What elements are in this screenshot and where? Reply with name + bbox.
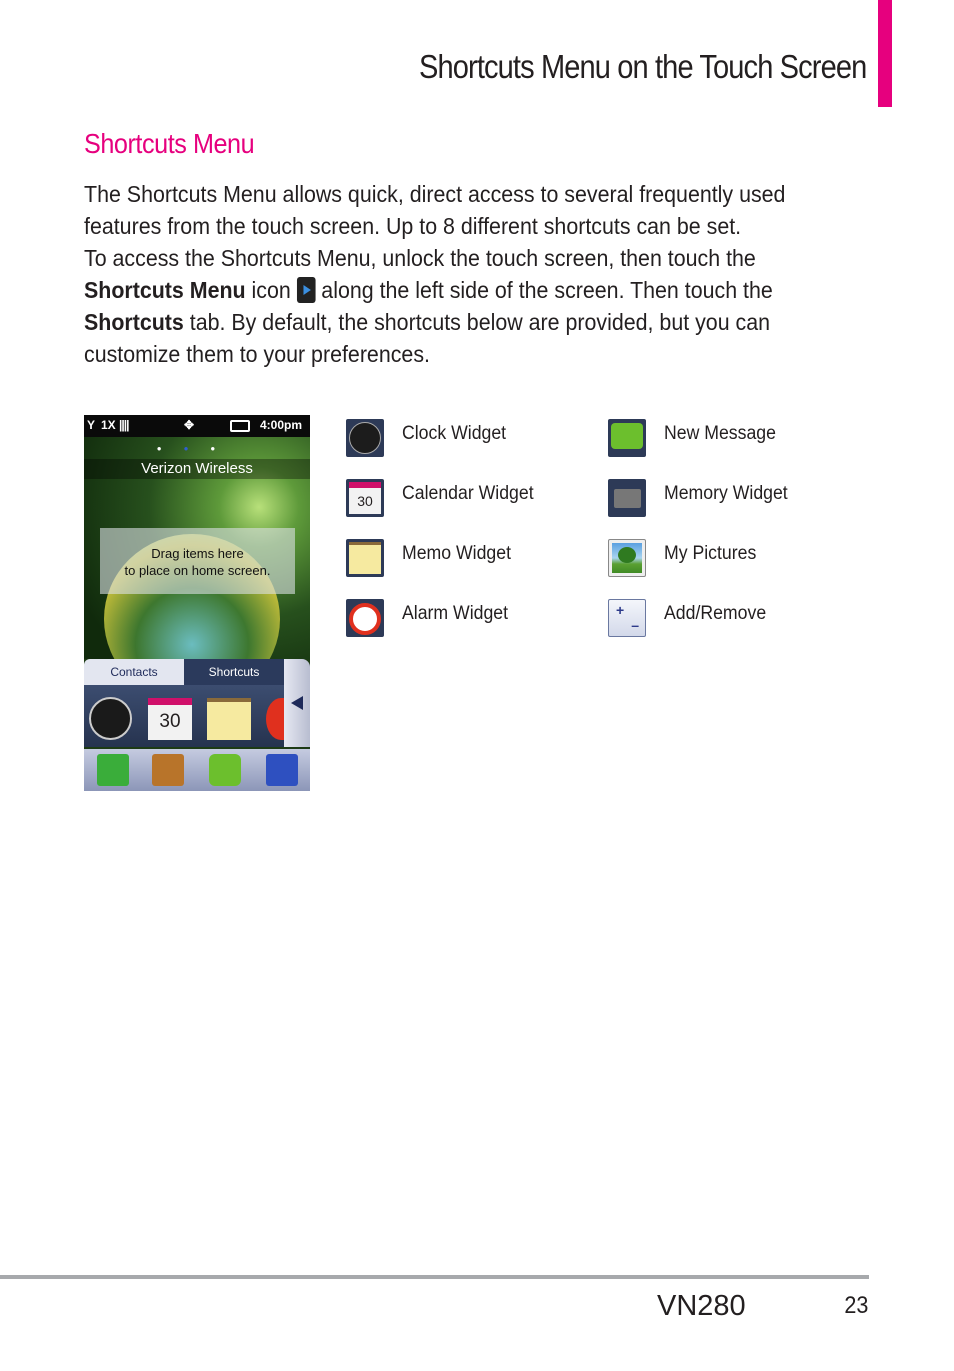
alarm-icon [346, 599, 384, 637]
dock [84, 749, 310, 791]
text: along the left side of the screen. Then … [315, 277, 773, 303]
text: tab. By default, the shortcuts below are… [183, 309, 771, 335]
add-remove-icon: + – [608, 599, 646, 637]
shortcut-label: Add/Remove [664, 603, 767, 624]
memo-icon [346, 539, 384, 577]
text-line: Shortcuts Menu icon along the left side … [84, 274, 785, 306]
shortcut-label: My Pictures [664, 543, 757, 564]
accent-bar [878, 0, 892, 107]
message-icon[interactable] [209, 754, 241, 786]
signal-bars-icon: |||| [119, 418, 129, 432]
drop-hint: to place on home screen. [124, 563, 271, 578]
tab-contacts[interactable]: Contacts [84, 659, 184, 685]
text: icon [245, 277, 297, 303]
shortcut-label: Alarm Widget [402, 603, 509, 624]
page-title: Shortcuts Menu on the Touch Screen [418, 48, 867, 85]
shortcuts-menu-handle[interactable] [284, 659, 310, 747]
memo-icon[interactable] [207, 698, 251, 740]
shortcuts-menu-arrow-icon [296, 277, 316, 303]
shortcut-label: Memo Widget [402, 543, 511, 564]
shortcut-label: Memory Widget [664, 483, 788, 504]
menu-icon[interactable] [266, 754, 298, 786]
shortcut-tray: 30 [84, 685, 310, 747]
contacts-icon[interactable] [152, 754, 184, 786]
picture-icon [608, 539, 646, 577]
model-name: VN280 [657, 1290, 746, 1322]
carrier-name: Verizon Wireless [84, 459, 310, 479]
text-line: Shortcuts tab. By default, the shortcuts… [84, 306, 785, 338]
clock-icon [346, 419, 384, 457]
shortcut-label: New Message [664, 423, 776, 444]
body-paragraph: The Shortcuts Menu allows quick, direct … [84, 178, 838, 370]
memory-card-icon [608, 479, 646, 517]
calendar-icon[interactable]: 30 [148, 698, 192, 740]
text-line: customize them to your preferences. [84, 341, 430, 367]
page-indicator: ●●● [156, 444, 238, 453]
bold-term: Shortcuts Menu [84, 277, 246, 303]
battery-icon [230, 420, 250, 432]
page-number: 23 [844, 1292, 869, 1319]
drop-hint: Drag items here [151, 546, 244, 561]
drop-zone[interactable]: Drag items here to place on home screen. [100, 528, 295, 594]
shortcut-label: Clock Widget [402, 423, 507, 444]
tab-shortcuts[interactable]: Shortcuts [184, 659, 284, 685]
phone-icon[interactable] [97, 754, 129, 786]
section-heading: Shortcuts Menu [84, 128, 255, 159]
footer-divider [0, 1275, 869, 1279]
status-bar: Y 1X |||| ✥ 4:00pm [84, 415, 310, 437]
location-icon: ✥ [184, 418, 195, 432]
message-icon [608, 419, 646, 457]
phone-screenshot: Y 1X |||| ✥ 4:00pm ●●● Verizon Wireless … [84, 415, 310, 791]
shortcut-label: Calendar Widget [402, 483, 534, 504]
calendar-icon: 30 [346, 479, 384, 517]
text-line: The Shortcuts Menu allows quick, direct … [84, 181, 786, 207]
text-line: To access the Shortcuts Menu, unlock the… [84, 245, 756, 271]
bold-term: Shortcuts [84, 309, 184, 335]
network-indicator: 1X [101, 418, 116, 432]
clock-time: 4:00pm [260, 418, 303, 432]
clock-icon[interactable] [89, 697, 132, 740]
signal-icon: Y [87, 418, 96, 432]
text-line: features from the touch screen. Up to 8 … [84, 213, 742, 239]
